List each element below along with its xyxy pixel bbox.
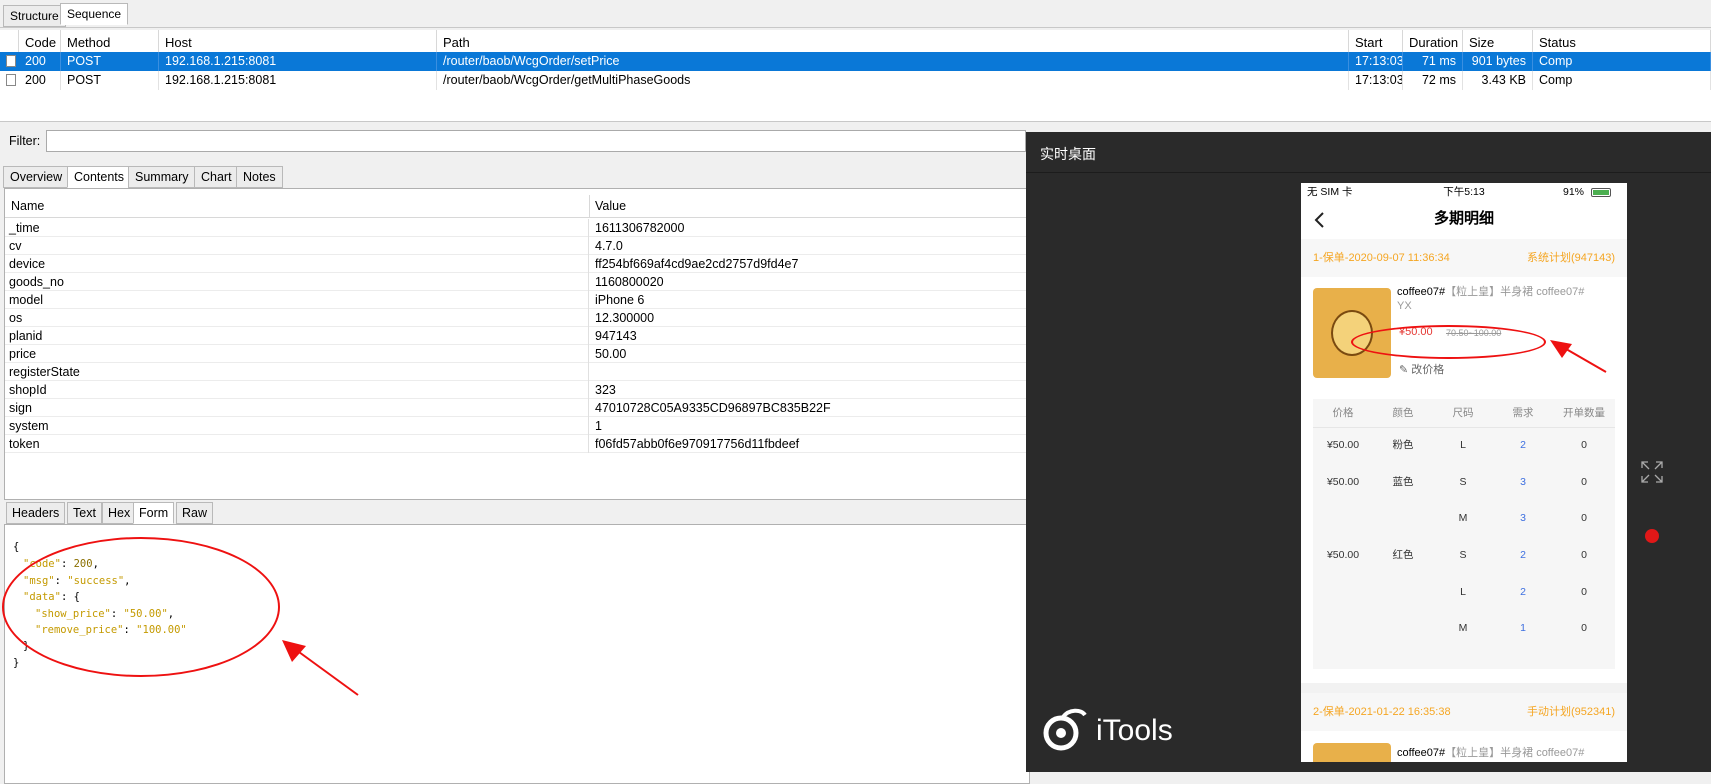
table-row[interactable]: goods_no 1160800020 — [5, 273, 1027, 291]
request-doc-icon — [6, 74, 16, 86]
filter-bar: Filter: — [0, 126, 1030, 158]
tab-contents[interactable]: Contents — [67, 166, 132, 188]
table-row[interactable]: system 1 — [5, 417, 1027, 435]
tab-hex[interactable]: Hex — [102, 502, 137, 524]
filter-label: Filter: — [9, 134, 41, 148]
annotation-circle — [1351, 325, 1546, 359]
battery-icon — [1591, 188, 1611, 197]
table-row[interactable]: shopId 323 — [5, 381, 1027, 399]
battery-percent: 91% — [1563, 186, 1585, 198]
table-row[interactable]: cv 4.7.0 — [5, 237, 1027, 255]
tab-form[interactable]: Form — [133, 502, 175, 524]
annotation-arrow-icon — [1550, 340, 1607, 373]
tab-notes[interactable]: Notes — [236, 166, 283, 188]
status-bar: 无 SIM 卡 下午5:13 91% — [1301, 183, 1627, 201]
table-row[interactable]: planid 947143 — [5, 327, 1027, 345]
json-close-outer: } — [13, 657, 20, 669]
table-row[interactable]: _time 1611306782000 — [5, 219, 1027, 237]
annotation-arrow-icon — [282, 640, 359, 696]
table-row[interactable]: 200 POST 192.168.1.215:8081 /router/baob… — [0, 71, 1711, 90]
filter-input[interactable] — [46, 130, 1026, 152]
table-row[interactable]: 200 POST 192.168.1.215:8081 /router/baob… — [0, 52, 1711, 71]
json-open-brace: { — [13, 541, 20, 553]
itools-logo-icon — [1043, 708, 1087, 751]
phone-screen: 无 SIM 卡 下午5:13 91% 多期明细 1-保单-2020-09-07 … — [1301, 183, 1627, 762]
top-tab-bar: Structure Sequence — [0, 0, 1711, 28]
table-row[interactable]: model iPhone 6 — [5, 291, 1027, 309]
product-title: coffee07#【粒上皇】半身裙 coffee07# YX — [1397, 286, 1585, 312]
kv-header-value[interactable]: Value — [595, 195, 626, 217]
table-row[interactable]: os 12.300000 — [5, 309, 1027, 327]
table-row[interactable]: sign 47010728C05A9335CD96897BC835B22F — [5, 399, 1027, 417]
nav-title: 多期明细 — [1433, 210, 1494, 227]
response-tabs: Headers Text Hex Form Raw — [4, 500, 1030, 524]
request-grid: Code Method Host Path Start Duration Siz… — [0, 30, 1711, 122]
expand-icon[interactable] — [1640, 460, 1664, 484]
record-indicator[interactable] — [1645, 529, 1659, 543]
table-row[interactable]: price 50.00 — [5, 345, 1027, 363]
product-image[interactable] — [1313, 743, 1391, 762]
table-row[interactable]: registerState — [5, 363, 1027, 381]
product-title: coffee07#【粒上皇】半身裙 coffee07# — [1397, 747, 1585, 759]
section-header-2: 2-保单-2021-01-22 16:35:38 手动计划(952341) — [1301, 693, 1627, 731]
request-doc-icon — [6, 55, 16, 67]
brand-name: iTools — [1096, 714, 1173, 747]
edit-price-button[interactable]: ✎ 改价格 — [1399, 361, 1444, 377]
tab-raw[interactable]: Raw — [176, 502, 214, 524]
annotation-circle — [2, 537, 280, 677]
tab-headers[interactable]: Headers — [6, 502, 66, 524]
tab-summary[interactable]: Summary — [128, 166, 196, 188]
tab-sequence[interactable]: Sequence — [60, 3, 129, 25]
form-params-table: Name Value _time 1611306782000 cv 4.7.0 de… — [4, 188, 1030, 500]
kv-header-name[interactable]: Name — [11, 195, 44, 217]
tab-structure[interactable]: Structure — [3, 5, 66, 27]
panel-title: 实时桌面 — [1040, 146, 1096, 162]
section-header-1: 1-保单-2020-09-07 11:36:34 系统计划(947143) — [1301, 239, 1627, 277]
variant-table: 价格 颜色 尺码 需求 开单数量 ¥50.00 粉色 L 2 0 ¥50.00 … — [1313, 399, 1615, 669]
request-tabs: Overview Contents Summary Chart Notes — [0, 164, 1030, 188]
tab-overview[interactable]: Overview — [3, 166, 70, 188]
tab-chart[interactable]: Chart — [194, 166, 239, 188]
table-row[interactable]: token f06fd57abb0f6e970917756d11fbdeef — [5, 435, 1027, 453]
tab-text[interactable]: Text — [67, 502, 102, 524]
table-row[interactable]: device ff254bf669af4cd9ae2cd2757d9fd4e7 — [5, 255, 1027, 273]
